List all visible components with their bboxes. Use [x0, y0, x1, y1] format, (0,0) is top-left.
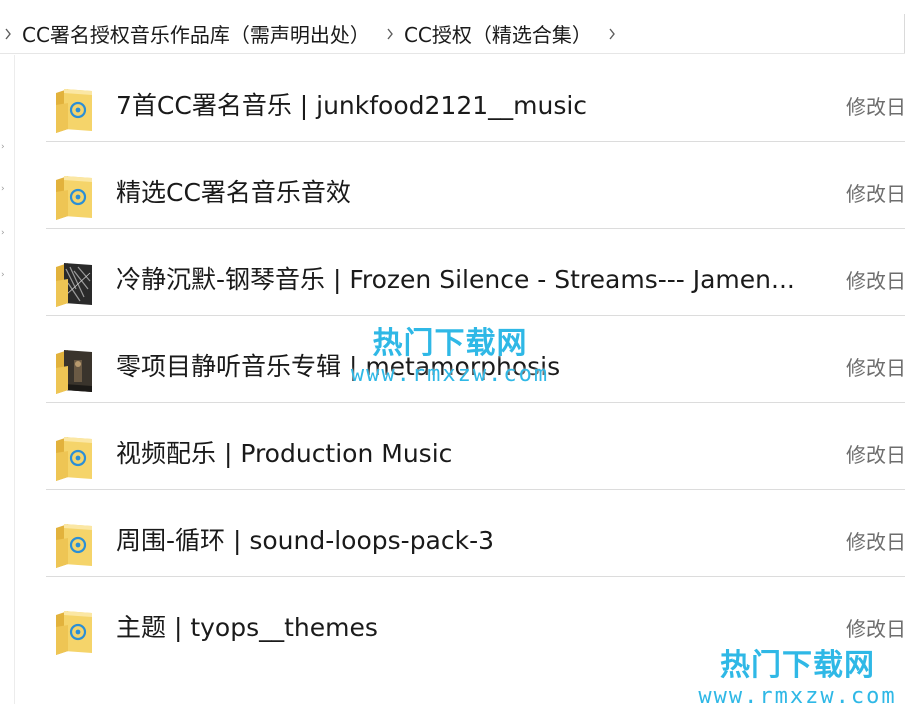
- chevron-right-icon[interactable]: [382, 24, 398, 44]
- address-bar[interactable]: CC署名授权音乐作品库（需声明出处） CC授权（精选合集）: [0, 14, 905, 54]
- folder-album-art-icon: [56, 263, 92, 307]
- file-list: 7首CC署名音乐 | junkfood2121__music 修改日 精选CC署…: [46, 55, 905, 663]
- file-name: 精选CC署名音乐音效: [116, 178, 351, 207]
- folder-music-icon: [56, 176, 92, 220]
- nav-expand-chevron-icon[interactable]: ›: [1, 143, 6, 152]
- chevron-right-icon[interactable]: [0, 24, 16, 44]
- watermark-url: www.rmxzw.com: [698, 684, 897, 704]
- date-modified-column-label: 修改日: [846, 269, 905, 293]
- date-modified-column-label: 修改日: [846, 530, 905, 554]
- file-row[interactable]: 零项目静听音乐专辑 | metamorphosis 修改日: [46, 316, 905, 403]
- folder-music-icon: [56, 524, 92, 568]
- file-name: 7首CC署名音乐 | junkfood2121__music: [116, 91, 588, 120]
- folder-music-icon: [56, 611, 92, 655]
- file-row[interactable]: 7首CC署名音乐 | junkfood2121__music 修改日: [46, 55, 905, 142]
- file-name: 主题 | tyops__themes: [116, 613, 378, 642]
- chevron-right-icon[interactable]: [604, 24, 620, 44]
- file-row[interactable]: 周围-循环 | sound-loops-pack-3 修改日: [46, 490, 905, 577]
- date-modified-column-label: 修改日: [846, 95, 905, 119]
- window-top-edge: [0, 0, 905, 14]
- breadcrumb-item-library[interactable]: CC署名授权音乐作品库（需声明出处）: [16, 19, 382, 48]
- file-name: 视频配乐 | Production Music: [116, 439, 453, 468]
- file-name: 冷静沉默-钢琴音乐 | Frozen Silence - Streams--- …: [116, 265, 795, 294]
- file-explorer-window: CC署名授权音乐作品库（需声明出处） CC授权（精选合集） › › › › 7首…: [0, 0, 905, 704]
- nav-expand-chevron-icon[interactable]: ›: [1, 229, 6, 238]
- file-row[interactable]: 冷静沉默-钢琴音乐 | Frozen Silence - Streams--- …: [46, 229, 905, 316]
- file-row[interactable]: 主题 | tyops__themes 修改日: [46, 577, 905, 663]
- folder-album-art-icon: [56, 350, 92, 394]
- navigation-pane[interactable]: › › › ›: [0, 55, 15, 704]
- file-row[interactable]: 视频配乐 | Production Music 修改日: [46, 403, 905, 490]
- folder-music-icon: [56, 437, 92, 481]
- nav-expand-chevron-icon[interactable]: ›: [1, 185, 6, 194]
- file-row[interactable]: 精选CC署名音乐音效 修改日: [46, 142, 905, 229]
- file-name: 周围-循环 | sound-loops-pack-3: [116, 526, 495, 555]
- date-modified-column-label: 修改日: [846, 617, 905, 641]
- date-modified-column-label: 修改日: [846, 356, 905, 380]
- breadcrumb-item-collection[interactable]: CC授权（精选合集）: [398, 19, 604, 48]
- file-name: 零项目静听音乐专辑 | metamorphosis: [116, 352, 561, 381]
- date-modified-column-label: 修改日: [846, 182, 905, 206]
- nav-expand-chevron-icon[interactable]: ›: [1, 271, 6, 280]
- date-modified-column-label: 修改日: [846, 443, 905, 467]
- folder-music-icon: [56, 89, 92, 133]
